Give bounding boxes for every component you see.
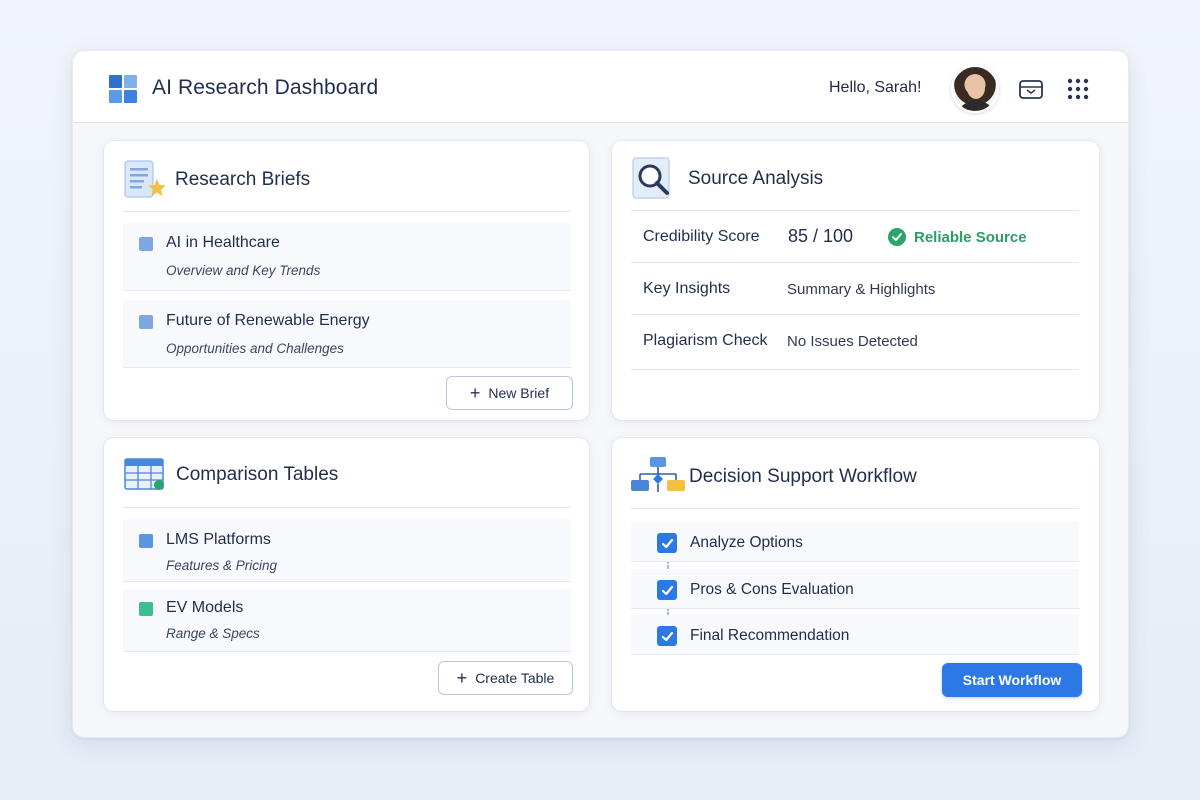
key-insights-label: Key Insights (643, 280, 731, 297)
workflow-step[interactable]: Final Recommendation (631, 615, 1079, 655)
inbox-icon[interactable] (1018, 77, 1044, 101)
top-bar: AI Research Dashboard Hello, Sarah! (73, 51, 1128, 123)
credibility-score: 85 / 100 (788, 226, 854, 246)
card-title: Decision Support Workflow (689, 466, 917, 487)
list-item[interactable]: EV Models Range & Specs (123, 589, 571, 652)
plus-icon: + (469, 383, 481, 403)
list-item-title: LMS Platforms (166, 531, 271, 548)
apps-grid-icon[interactable] (1066, 77, 1092, 101)
plagiarism-label: Plagiarism Check (643, 332, 768, 349)
button-label: New Brief (488, 385, 550, 401)
card-title: Source Analysis (688, 168, 824, 189)
check-circle-icon (888, 228, 906, 246)
list-item-title: AI in Healthcare (166, 234, 280, 251)
plus-icon: + (456, 668, 468, 688)
divider (123, 211, 571, 212)
divider (123, 507, 571, 508)
start-workflow-button[interactable]: Start Workflow (942, 663, 1082, 697)
list-item-subtitle: Overview and Key Trends (166, 263, 321, 278)
key-insights-value: Summary & Highlights (787, 281, 936, 298)
step-label: Pros & Cons Evaluation (690, 581, 854, 598)
list-item-title: Future of Renewable Energy (166, 312, 370, 329)
greeting-text: Hello, Sarah! (829, 79, 922, 96)
workflow-step[interactable]: Pros & Cons Evaluation (631, 569, 1079, 609)
list-item-title: EV Models (166, 599, 244, 616)
table-row-icon (139, 602, 153, 616)
badge-label: Reliable Source (914, 228, 1027, 246)
create-table-button[interactable]: + Create Table (438, 661, 573, 695)
new-brief-button[interactable]: + New Brief (446, 376, 573, 410)
key-insights-row[interactable]: Key Insights Summary & Highlights (631, 263, 1079, 315)
image-icon (139, 237, 153, 251)
divider (631, 508, 1079, 509)
decision-workflow-card: Decision Support Workflow Analyze Option… (612, 438, 1099, 711)
source-analysis-card: Source Analysis Credibility Score 85 / 1… (612, 141, 1099, 420)
credibility-row: Credibility Score 85 / 100 Reliable Sour… (631, 211, 1079, 263)
avatar[interactable] (951, 65, 999, 113)
plagiarism-value: No Issues Detected (787, 333, 918, 350)
table-icon (124, 458, 168, 494)
dashboard-window: AI Research Dashboard Hello, Sarah! Rese… (72, 50, 1129, 738)
magnifier-icon (632, 157, 676, 201)
table-row-icon (139, 534, 153, 548)
checkbox-checked-icon[interactable] (657, 533, 677, 553)
checkbox-checked-icon[interactable] (657, 626, 677, 646)
step-label: Analyze Options (690, 534, 803, 551)
research-briefs-card: Research Briefs AI in Healthcare Overvie… (104, 141, 589, 420)
status-badge: Reliable Source (888, 228, 1027, 246)
workflow-step[interactable]: Analyze Options (631, 522, 1079, 562)
document-star-icon (124, 159, 168, 201)
credibility-label: Credibility Score (643, 228, 760, 245)
image-icon (139, 315, 153, 329)
list-item-subtitle: Features & Pricing (166, 558, 278, 573)
logo-grid-icon (109, 75, 137, 103)
app-title: AI Research Dashboard (152, 76, 379, 99)
button-label: Create Table (475, 670, 555, 686)
list-item[interactable]: AI in Healthcare Overview and Key Trends (123, 223, 571, 291)
step-label: Final Recommendation (690, 627, 850, 644)
card-title: Research Briefs (175, 169, 311, 190)
list-item-subtitle: Range & Specs (166, 626, 260, 641)
list-item[interactable]: Future of Renewable Energy Opportunities… (123, 300, 571, 368)
workflow-diagram-icon (630, 456, 686, 494)
card-title: Comparison Tables (176, 464, 339, 485)
plagiarism-row[interactable]: Plagiarism Check No Issues Detected (631, 315, 1079, 370)
comparison-tables-card: Comparison Tables LMS Platforms Features… (104, 438, 589, 711)
list-item[interactable]: LMS Platforms Features & Pricing (123, 519, 571, 582)
checkbox-checked-icon[interactable] (657, 580, 677, 600)
list-item-subtitle: Opportunities and Challenges (166, 341, 344, 356)
